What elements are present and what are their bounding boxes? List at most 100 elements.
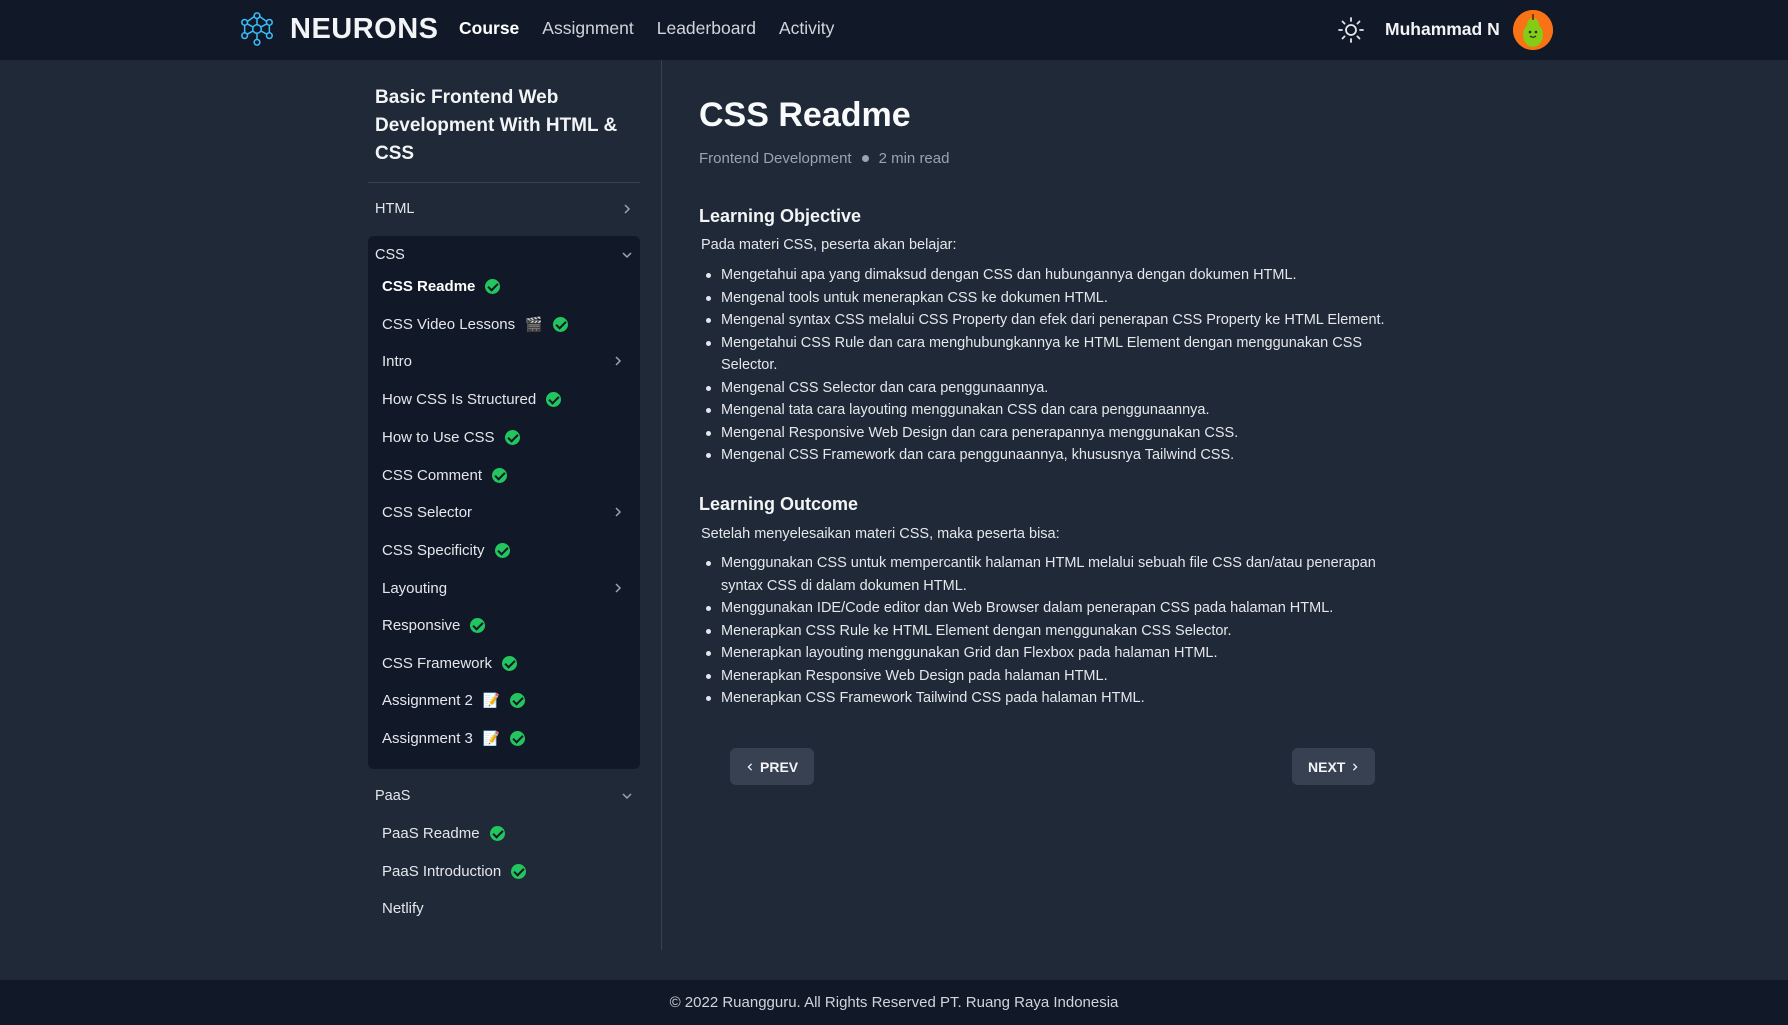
lesson-label: Intro (382, 352, 413, 370)
list-item: Menerapkan CSS Framework Tailwind CSS pa… (706, 687, 1401, 710)
read-time: 2 min read (878, 150, 950, 167)
check-circle-icon (552, 316, 568, 332)
brand-logo[interactable]: NEURONS (238, 10, 439, 48)
avatar[interactable] (1513, 10, 1553, 50)
page-title: CSS Readme (699, 96, 911, 134)
chevron-right-icon (1353, 762, 1358, 771)
section-css-panel: CSS CSS Readme CSS Video Lessons 🎬 Intro… (368, 236, 640, 769)
chevron-right-icon (615, 356, 622, 366)
list-item: Mengenal Responsive Web Design dan cara … (706, 422, 1401, 445)
list-item: Menerapkan CSS Rule ke HTML Element deng… (706, 620, 1401, 643)
lesson-label: CSS Specificity (382, 541, 485, 559)
content-divider (661, 60, 662, 950)
list-item: Menerapkan layouting menggunakan Grid da… (706, 642, 1401, 665)
lesson-label: Netlify (382, 899, 424, 917)
check-circle-icon (485, 278, 501, 294)
chevron-right-icon (624, 204, 631, 214)
objective-list: Mengetahui apa yang dimaksud dengan CSS … (706, 264, 1401, 467)
lesson-label: Layouting (382, 579, 448, 597)
sidebar-divider (368, 182, 640, 183)
lesson-layouting[interactable]: Layouting (382, 573, 634, 603)
lesson-category: Frontend Development (699, 150, 852, 167)
lesson-css-readme[interactable]: CSS Readme (382, 271, 634, 301)
lesson-label: CSS Comment (382, 466, 483, 484)
list-item: Mengetahui CSS Rule dan cara menghubungk… (706, 332, 1401, 377)
nav-course[interactable]: Course (459, 18, 519, 39)
memo-icon: 📝 (482, 729, 501, 746)
pear-avatar-icon (1513, 10, 1553, 50)
list-item: Mengenal tools untuk menerapkan CSS ke d… (706, 287, 1401, 310)
section-label: CSS (375, 247, 405, 263)
lesson-css-specificity[interactable]: CSS Specificity (382, 535, 634, 565)
prev-label: PREV (760, 758, 799, 775)
objective-intro: Pada materi CSS, peserta akan belajar: (701, 237, 957, 253)
lesson-meta: Frontend Development 2 min read (699, 150, 949, 167)
lesson-label: Assignment 3 (382, 729, 473, 747)
chevron-down-icon (622, 793, 632, 800)
next-label: NEXT (1308, 758, 1346, 775)
page-footer: © 2022 Ruangguru. All Rights Reserved PT… (0, 980, 1788, 1025)
lesson-label: PaaS Introduction (382, 862, 502, 880)
section-paas-header[interactable]: PaaS (368, 777, 640, 815)
lesson-label: How to Use CSS (382, 428, 495, 446)
list-item: Menggunakan IDE/Code editor dan Web Brow… (706, 597, 1401, 620)
nav-assignment[interactable]: Assignment (542, 18, 633, 39)
lesson-label: CSS Selector (382, 503, 473, 521)
prev-button[interactable]: PREV (730, 748, 815, 785)
check-circle-icon (546, 391, 562, 407)
nav-activity[interactable]: Activity (779, 18, 834, 39)
lesson-how-to-use-css[interactable]: How to Use CSS (382, 422, 634, 452)
section-label: PaaS (375, 788, 411, 804)
lesson-label: PaaS Readme (382, 824, 480, 842)
lesson-label: Responsive (382, 616, 461, 634)
next-button[interactable]: NEXT (1292, 748, 1376, 785)
lesson-css-selector[interactable]: CSS Selector (382, 497, 634, 527)
brand-name: NEURONS (290, 12, 439, 45)
outcome-list: Menggunakan CSS untuk mempercantik halam… (706, 552, 1401, 710)
lesson-assignment-2[interactable]: Assignment 2 📝 (382, 685, 634, 715)
chevron-right-icon (615, 507, 622, 517)
lesson-paas-readme[interactable]: PaaS Readme (382, 818, 634, 848)
lesson-label: Assignment 2 (382, 691, 473, 709)
check-circle-icon (510, 692, 526, 708)
lesson-paas-introduction[interactable]: PaaS Introduction (382, 856, 634, 886)
list-item: Mengenal CSS Framework dan cara pengguna… (706, 444, 1401, 467)
clapperboard-icon: 🎬 (525, 315, 543, 332)
section-html-header[interactable]: HTML (368, 190, 640, 228)
section-label: HTML (375, 201, 415, 217)
check-circle-icon (502, 655, 518, 671)
lesson-intro[interactable]: Intro (382, 346, 634, 376)
lesson-css-framework[interactable]: CSS Framework (382, 648, 634, 678)
chevron-right-icon (615, 583, 622, 593)
lesson-responsive[interactable]: Responsive (382, 610, 634, 640)
user-name[interactable]: Muhammad N (1385, 19, 1500, 40)
separator-dot (861, 155, 869, 162)
check-circle-icon (470, 617, 486, 633)
lesson-label: CSS Readme (382, 277, 476, 295)
memo-icon: 📝 (482, 691, 501, 708)
check-circle-icon (492, 467, 508, 483)
main-nav: Course Assignment Leaderboard Activity (459, 18, 834, 39)
list-item: Mengenal tata cara layouting menggunakan… (706, 399, 1401, 422)
lesson-css-video-lessons[interactable]: CSS Video Lessons 🎬 (382, 309, 634, 339)
nav-leaderboard[interactable]: Leaderboard (657, 18, 756, 39)
lesson-assignment-3[interactable]: Assignment 3 📝 (382, 723, 634, 753)
list-item: Menerapkan Responsive Web Design pada ha… (706, 665, 1401, 688)
section-css-header[interactable]: CSS (368, 236, 640, 274)
lesson-label: CSS Framework (382, 654, 493, 672)
outcome-heading: Learning Outcome (699, 494, 859, 514)
list-item: Mengetahui apa yang dimaksud dengan CSS … (706, 264, 1401, 287)
lesson-css-comment[interactable]: CSS Comment (382, 460, 634, 490)
sun-icon[interactable] (1337, 16, 1365, 44)
lesson-how-css-is-structured[interactable]: How CSS Is Structured (382, 384, 634, 414)
check-circle-icon (504, 429, 520, 445)
lesson-label: How CSS Is Structured (382, 390, 537, 408)
list-item: Mengenal syntax CSS melalui CSS Property… (706, 309, 1401, 332)
lesson-netlify[interactable]: Netlify (382, 893, 634, 923)
chevron-left-icon (747, 762, 753, 771)
course-title: Basic Frontend Web Development With HTML… (375, 87, 618, 164)
list-item: Menggunakan CSS untuk mempercantik halam… (706, 552, 1401, 597)
check-circle-icon (489, 825, 505, 841)
check-circle-icon (494, 542, 510, 558)
list-item: Mengenal CSS Selector dan cara penggunaa… (706, 377, 1401, 400)
